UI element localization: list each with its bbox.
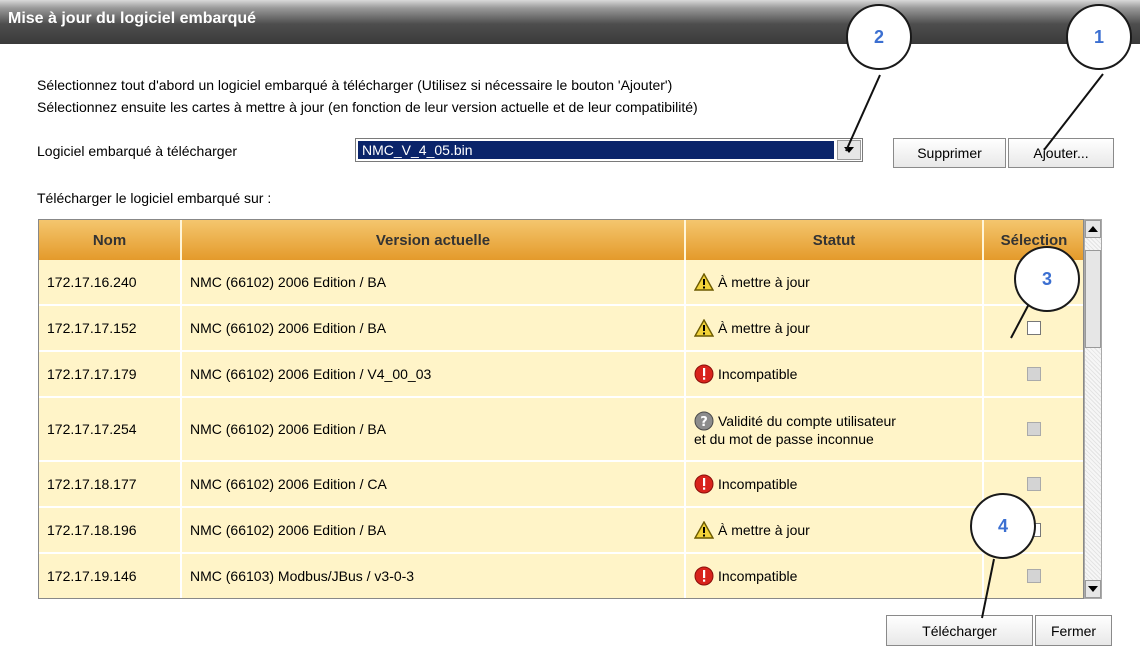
callout-4-pointer: [981, 558, 995, 619]
callout-2-pointer: [845, 74, 881, 152]
callout-1-pointer: [1043, 73, 1104, 151]
callout-1: 1: [1066, 4, 1132, 70]
callout-4: 4: [970, 493, 1036, 559]
callout-2: 2: [846, 4, 912, 70]
callout-3-pointer: [1010, 301, 1031, 339]
callout-3: 3: [1014, 246, 1080, 312]
callout-pointers: [845, 73, 1104, 619]
